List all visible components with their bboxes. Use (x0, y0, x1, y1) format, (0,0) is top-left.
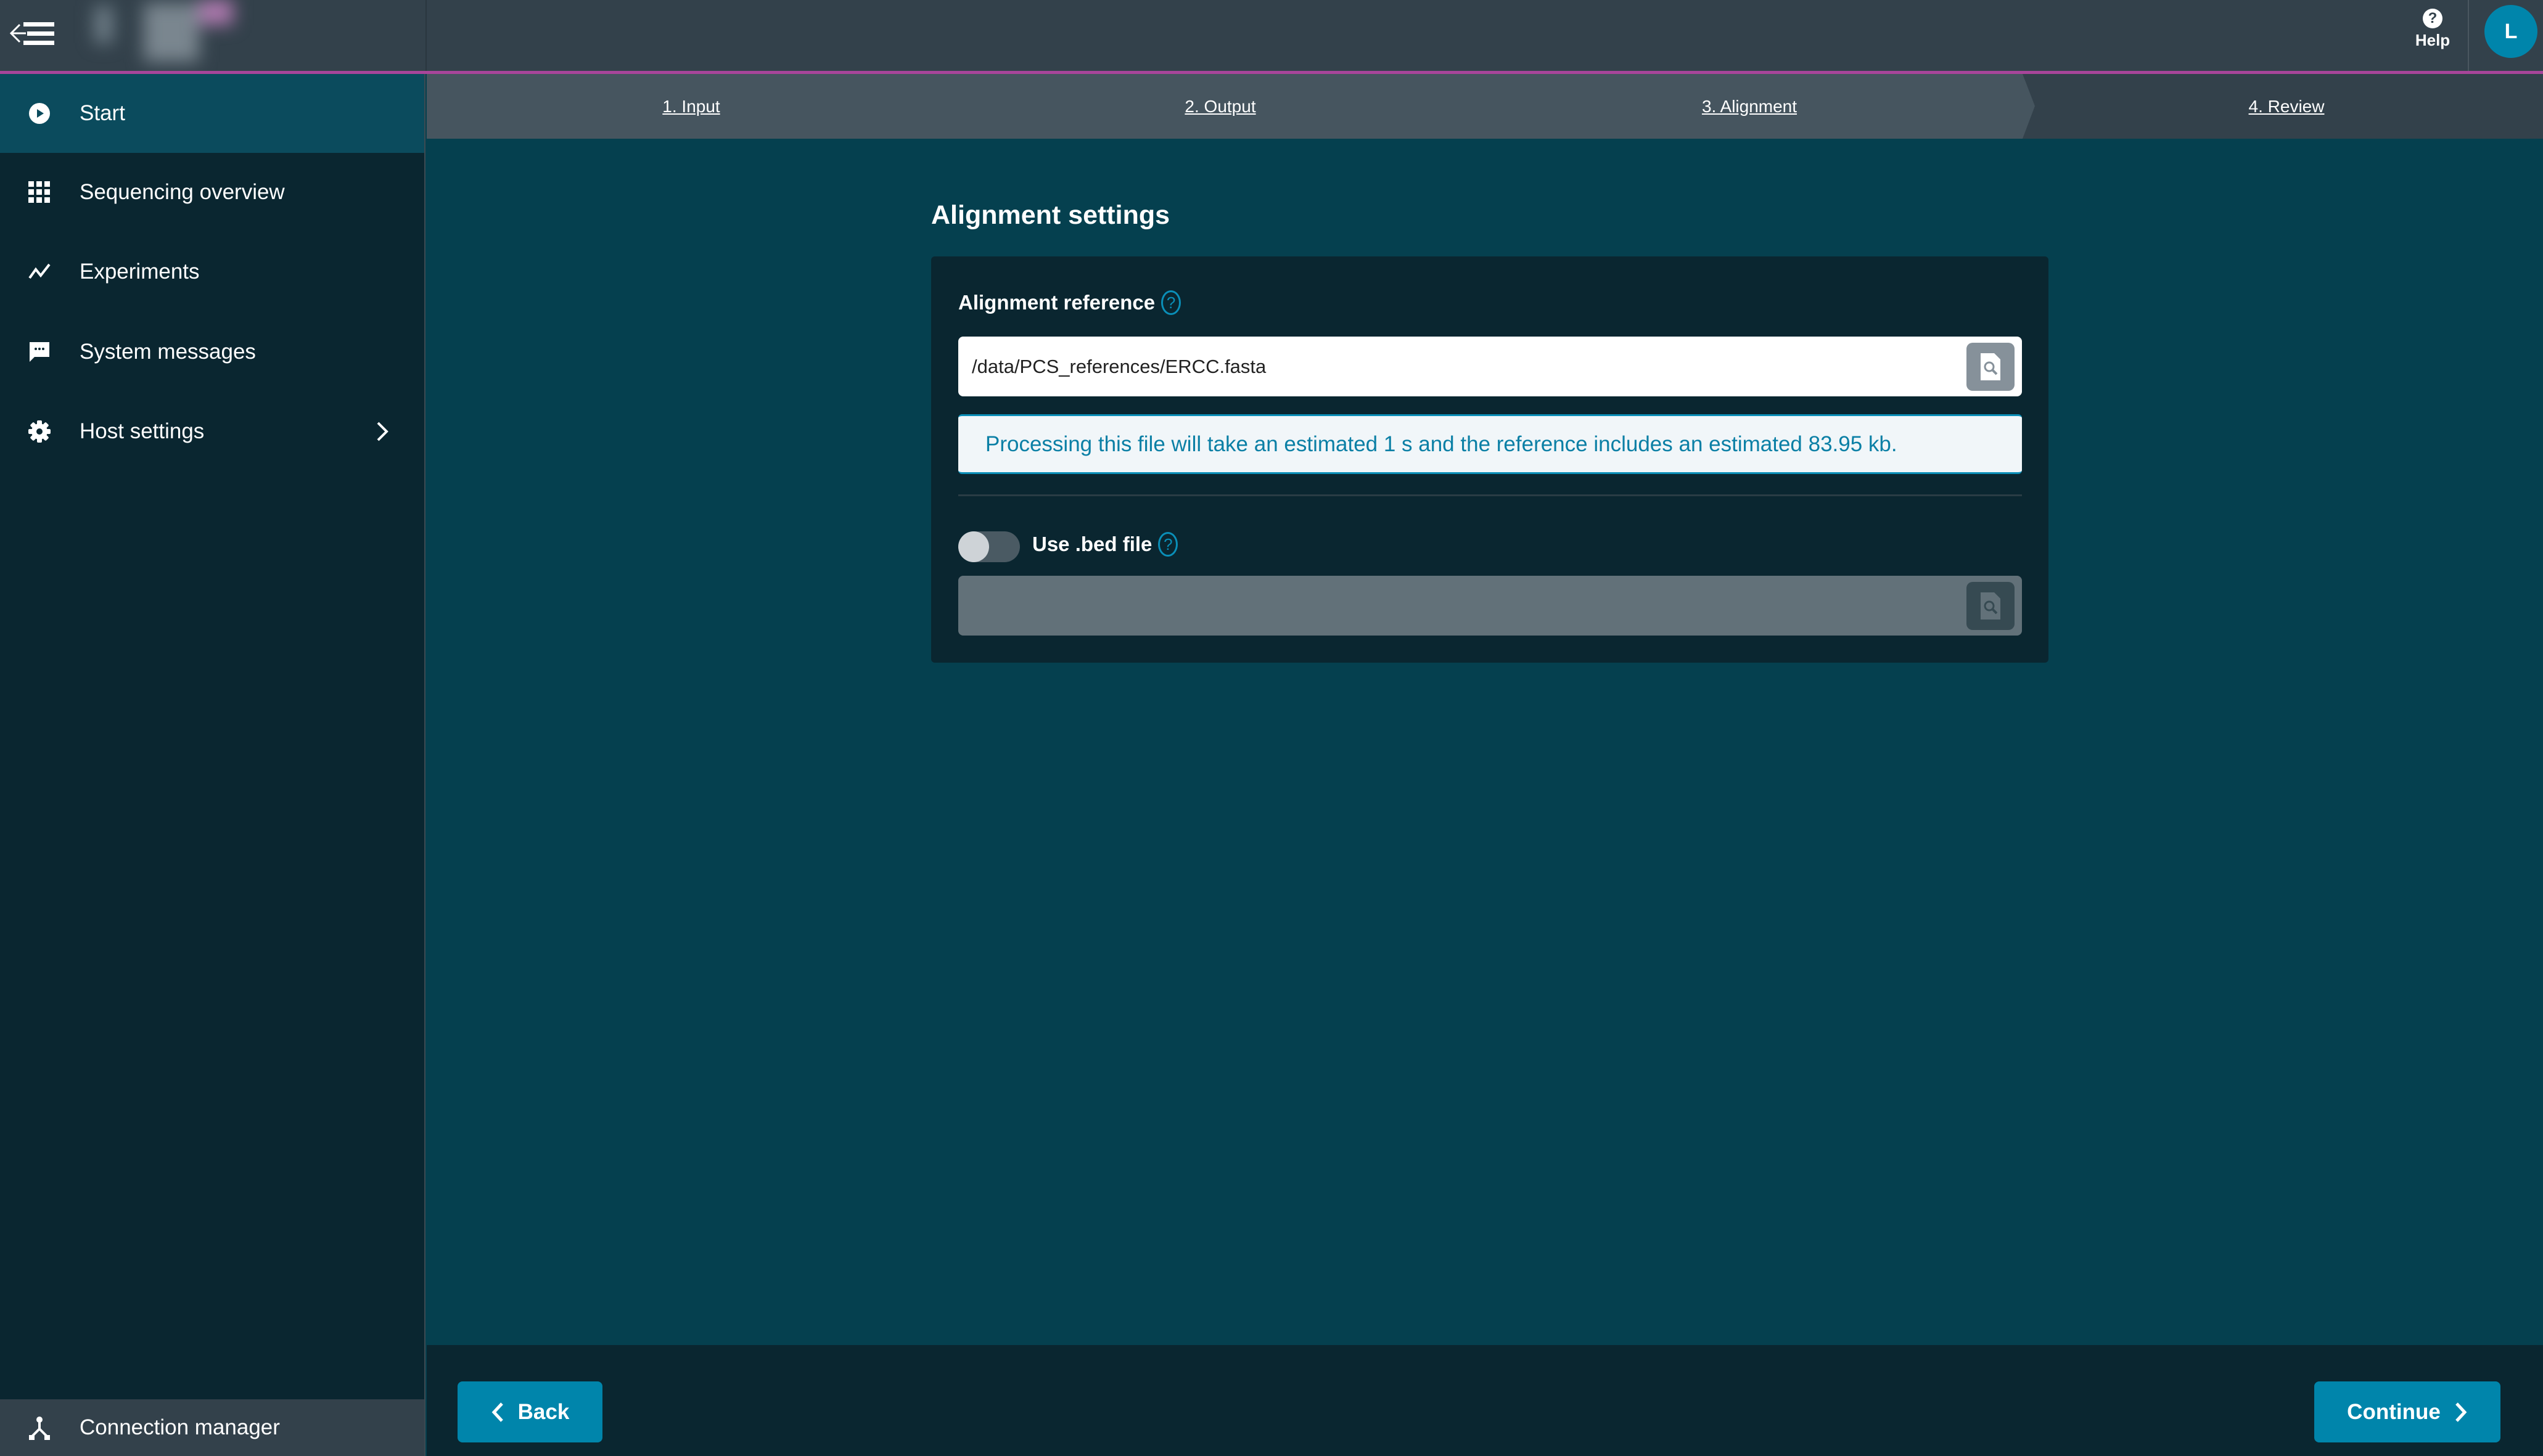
alignment-reference-field (958, 337, 2022, 396)
footer-bar: Back Continue (427, 1345, 2543, 1456)
sidebar-item-label: Sequencing overview (80, 180, 285, 204)
file-search-icon (1981, 592, 2000, 620)
sidebar-item-host-settings[interactable]: Host settings (0, 392, 424, 471)
sidebar-item-connection-manager[interactable]: Connection manager (0, 1399, 424, 1456)
back-button[interactable]: Back (458, 1381, 602, 1442)
trend-line-icon (27, 260, 52, 284)
gear-icon (27, 419, 52, 444)
chevron-left-icon (491, 1402, 503, 1422)
continue-button[interactable]: Continue (2314, 1381, 2500, 1442)
grid-icon (27, 180, 52, 205)
user-avatar[interactable]: L (2484, 5, 2537, 58)
step-tabs: 1. Input 2. Output 3. Alignment 4. Revie… (427, 74, 2543, 139)
app-logo (73, 0, 258, 65)
tab-alignment[interactable]: 3. Alignment (1485, 74, 2014, 139)
browse-bed-file-button (1966, 582, 2015, 630)
sidebar: Start Sequencing overview Experiments Sy… (0, 74, 425, 1456)
tab-output[interactable]: 2. Output (956, 74, 1485, 139)
sidebar-item-label: Start (80, 101, 125, 125)
alignment-settings-panel: Alignment reference ? Processing this fi… (931, 256, 2048, 663)
main-content: Alignment settings Alignment reference ?… (427, 139, 2543, 1345)
tab-review[interactable]: 4. Review (2030, 74, 2543, 139)
browse-reference-button[interactable] (1966, 343, 2015, 391)
use-bed-file-toggle[interactable] (958, 531, 1020, 562)
sidebar-item-label: System messages (80, 340, 256, 364)
collapse-menu-icon (9, 22, 54, 45)
play-circle-icon (27, 101, 52, 126)
sidebar-item-experiments[interactable]: Experiments (0, 232, 424, 311)
message-icon (27, 340, 52, 364)
topbar-divider (2468, 0, 2469, 71)
bed-file-input (972, 576, 1934, 636)
sidebar-item-label: Experiments (80, 260, 200, 284)
use-bed-file-label: Use .bed file ? (1032, 532, 1178, 557)
collapse-menu-button[interactable] (7, 15, 57, 52)
sidebar-item-system-messages[interactable]: System messages (0, 313, 424, 391)
help-button[interactable]: ? Help (2408, 9, 2457, 58)
chevron-right-icon (2455, 1402, 2467, 1422)
sidebar-item-start[interactable]: Start (0, 74, 424, 153)
top-bar: ? Help L (0, 0, 2543, 71)
bed-file-field (958, 576, 2022, 636)
question-circle-icon: ? (2423, 9, 2442, 28)
divider (958, 494, 2022, 496)
sidebar-item-sequencing-overview[interactable]: Sequencing overview (0, 153, 424, 232)
page-title: Alignment settings (931, 200, 1170, 230)
topbar-divider (425, 0, 427, 71)
processing-estimate-info: Processing this file will take an estima… (958, 414, 2022, 474)
help-circle-icon[interactable]: ? (1161, 290, 1181, 315)
network-icon (27, 1415, 52, 1440)
alignment-reference-label: Alignment reference ? (958, 290, 1181, 315)
tab-input[interactable]: 1. Input (427, 74, 956, 139)
file-search-icon (1981, 353, 2000, 380)
help-label: Help (2415, 31, 2451, 49)
alignment-reference-input[interactable] (972, 337, 1934, 396)
chevron-right-icon (373, 419, 392, 444)
sidebar-item-label: Connection manager (80, 1415, 280, 1439)
sidebar-item-label: Host settings (80, 419, 205, 443)
toggle-knob (958, 531, 989, 562)
help-circle-icon[interactable]: ? (1158, 532, 1178, 557)
